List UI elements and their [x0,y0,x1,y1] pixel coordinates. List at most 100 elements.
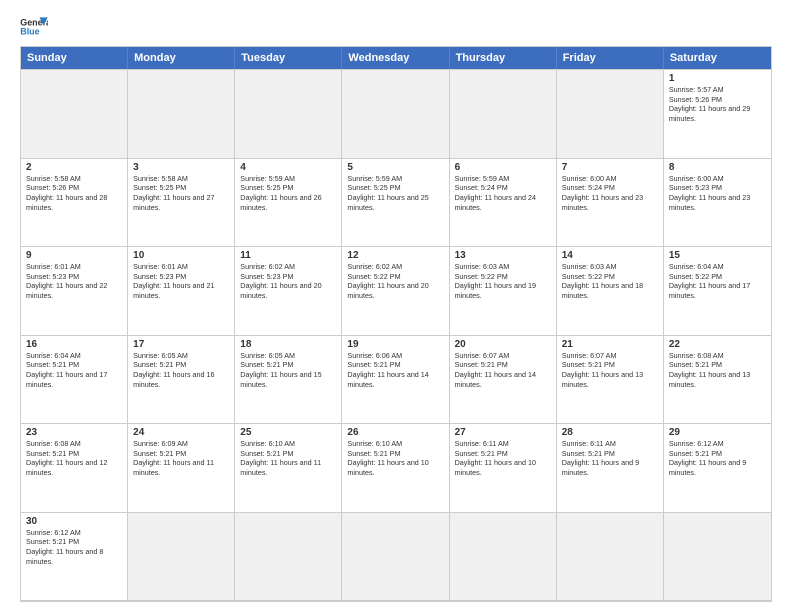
cell-date: 5 [347,162,443,173]
cell-info: Sunrise: 6:10 AM Sunset: 5:21 PM Dayligh… [347,439,443,478]
cell-date: 18 [240,339,336,350]
week-row: 30Sunrise: 6:12 AM Sunset: 5:21 PM Dayli… [21,512,771,602]
cell-date: 19 [347,339,443,350]
week-row: 1Sunrise: 5:57 AM Sunset: 5:26 PM Daylig… [21,69,771,158]
cell-date: 28 [562,427,658,438]
cell-info: Sunrise: 6:07 AM Sunset: 5:21 PM Dayligh… [455,351,551,390]
cell-date: 21 [562,339,658,350]
day-header: Monday [128,47,235,69]
cell-date: 22 [669,339,766,350]
cell-info: Sunrise: 5:59 AM Sunset: 5:25 PM Dayligh… [240,174,336,213]
calendar-cell: 23Sunrise: 6:08 AM Sunset: 5:21 PM Dayli… [21,424,128,512]
cell-info: Sunrise: 6:05 AM Sunset: 5:21 PM Dayligh… [240,351,336,390]
svg-text:Blue: Blue [20,27,39,37]
calendar-cell: 8Sunrise: 6:00 AM Sunset: 5:23 PM Daylig… [664,159,771,247]
cell-info: Sunrise: 6:11 AM Sunset: 5:21 PM Dayligh… [562,439,658,478]
calendar-cell: 19Sunrise: 6:06 AM Sunset: 5:21 PM Dayli… [342,336,449,424]
cell-info: Sunrise: 5:58 AM Sunset: 5:26 PM Dayligh… [26,174,122,213]
cell-info: Sunrise: 6:00 AM Sunset: 5:24 PM Dayligh… [562,174,658,213]
calendar-cell [21,70,128,158]
cell-info: Sunrise: 6:01 AM Sunset: 5:23 PM Dayligh… [26,262,122,301]
calendar-cell: 10Sunrise: 6:01 AM Sunset: 5:23 PM Dayli… [128,247,235,335]
calendar-cell: 30Sunrise: 6:12 AM Sunset: 5:21 PM Dayli… [21,513,128,601]
cell-info: Sunrise: 5:59 AM Sunset: 5:25 PM Dayligh… [347,174,443,213]
calendar-cell [235,513,342,601]
calendar-cell [557,513,664,601]
day-header: Saturday [664,47,771,69]
calendar: SundayMondayTuesdayWednesdayThursdayFrid… [20,46,772,602]
cell-info: Sunrise: 6:01 AM Sunset: 5:23 PM Dayligh… [133,262,229,301]
calendar-cell: 9Sunrise: 6:01 AM Sunset: 5:23 PM Daylig… [21,247,128,335]
cell-info: Sunrise: 6:04 AM Sunset: 5:21 PM Dayligh… [26,351,122,390]
cell-date: 11 [240,250,336,261]
cell-date: 15 [669,250,766,261]
cell-date: 25 [240,427,336,438]
day-header: Tuesday [235,47,342,69]
cell-info: Sunrise: 6:02 AM Sunset: 5:22 PM Dayligh… [347,262,443,301]
calendar-cell: 17Sunrise: 6:05 AM Sunset: 5:21 PM Dayli… [128,336,235,424]
day-header: Wednesday [342,47,449,69]
calendar-cell [450,513,557,601]
calendar-cell: 6Sunrise: 5:59 AM Sunset: 5:24 PM Daylig… [450,159,557,247]
cell-date: 14 [562,250,658,261]
calendar-cell: 3Sunrise: 5:58 AM Sunset: 5:25 PM Daylig… [128,159,235,247]
calendar-cell: 18Sunrise: 6:05 AM Sunset: 5:21 PM Dayli… [235,336,342,424]
week-row: 16Sunrise: 6:04 AM Sunset: 5:21 PM Dayli… [21,335,771,424]
calendar-cell: 16Sunrise: 6:04 AM Sunset: 5:21 PM Dayli… [21,336,128,424]
week-row: 23Sunrise: 6:08 AM Sunset: 5:21 PM Dayli… [21,423,771,512]
calendar-cell: 25Sunrise: 6:10 AM Sunset: 5:21 PM Dayli… [235,424,342,512]
cell-date: 20 [455,339,551,350]
calendar-cell: 21Sunrise: 6:07 AM Sunset: 5:21 PM Dayli… [557,336,664,424]
cell-info: Sunrise: 6:10 AM Sunset: 5:21 PM Dayligh… [240,439,336,478]
cell-info: Sunrise: 6:09 AM Sunset: 5:21 PM Dayligh… [133,439,229,478]
calendar-cell [128,70,235,158]
cell-date: 27 [455,427,551,438]
cell-date: 16 [26,339,122,350]
cell-date: 24 [133,427,229,438]
cell-date: 1 [669,73,766,84]
calendar-cell: 2Sunrise: 5:58 AM Sunset: 5:26 PM Daylig… [21,159,128,247]
cell-info: Sunrise: 6:08 AM Sunset: 5:21 PM Dayligh… [26,439,122,478]
cell-info: Sunrise: 6:08 AM Sunset: 5:21 PM Dayligh… [669,351,766,390]
day-headers: SundayMondayTuesdayWednesdayThursdayFrid… [21,47,771,69]
cell-date: 2 [26,162,122,173]
calendar-cell: 28Sunrise: 6:11 AM Sunset: 5:21 PM Dayli… [557,424,664,512]
cell-date: 6 [455,162,551,173]
weeks: 1Sunrise: 5:57 AM Sunset: 5:26 PM Daylig… [21,69,771,601]
cell-date: 29 [669,427,766,438]
week-row: 9Sunrise: 6:01 AM Sunset: 5:23 PM Daylig… [21,246,771,335]
calendar-cell: 27Sunrise: 6:11 AM Sunset: 5:21 PM Dayli… [450,424,557,512]
calendar-cell [342,70,449,158]
calendar-cell: 7Sunrise: 6:00 AM Sunset: 5:24 PM Daylig… [557,159,664,247]
cell-date: 12 [347,250,443,261]
cell-info: Sunrise: 5:57 AM Sunset: 5:26 PM Dayligh… [669,85,766,124]
cell-info: Sunrise: 6:07 AM Sunset: 5:21 PM Dayligh… [562,351,658,390]
calendar-cell: 20Sunrise: 6:07 AM Sunset: 5:21 PM Dayli… [450,336,557,424]
cell-info: Sunrise: 6:11 AM Sunset: 5:21 PM Dayligh… [455,439,551,478]
cell-date: 4 [240,162,336,173]
cell-info: Sunrise: 6:12 AM Sunset: 5:21 PM Dayligh… [669,439,766,478]
cell-date: 3 [133,162,229,173]
cell-date: 8 [669,162,766,173]
cell-info: Sunrise: 5:58 AM Sunset: 5:25 PM Dayligh… [133,174,229,213]
calendar-cell: 1Sunrise: 5:57 AM Sunset: 5:26 PM Daylig… [664,70,771,158]
cell-info: Sunrise: 6:03 AM Sunset: 5:22 PM Dayligh… [562,262,658,301]
day-header: Thursday [450,47,557,69]
calendar-cell: 14Sunrise: 6:03 AM Sunset: 5:22 PM Dayli… [557,247,664,335]
cell-date: 26 [347,427,443,438]
page: General Blue SundayMondayTuesdayWednesda… [0,0,792,612]
cell-date: 17 [133,339,229,350]
cell-info: Sunrise: 6:03 AM Sunset: 5:22 PM Dayligh… [455,262,551,301]
calendar-cell [664,513,771,601]
cell-info: Sunrise: 6:05 AM Sunset: 5:21 PM Dayligh… [133,351,229,390]
calendar-cell [557,70,664,158]
cell-info: Sunrise: 6:02 AM Sunset: 5:23 PM Dayligh… [240,262,336,301]
calendar-cell [342,513,449,601]
cell-date: 23 [26,427,122,438]
calendar-cell [450,70,557,158]
cell-date: 30 [26,516,122,527]
calendar-cell: 11Sunrise: 6:02 AM Sunset: 5:23 PM Dayli… [235,247,342,335]
cell-info: Sunrise: 6:06 AM Sunset: 5:21 PM Dayligh… [347,351,443,390]
calendar-cell [128,513,235,601]
cell-date: 10 [133,250,229,261]
